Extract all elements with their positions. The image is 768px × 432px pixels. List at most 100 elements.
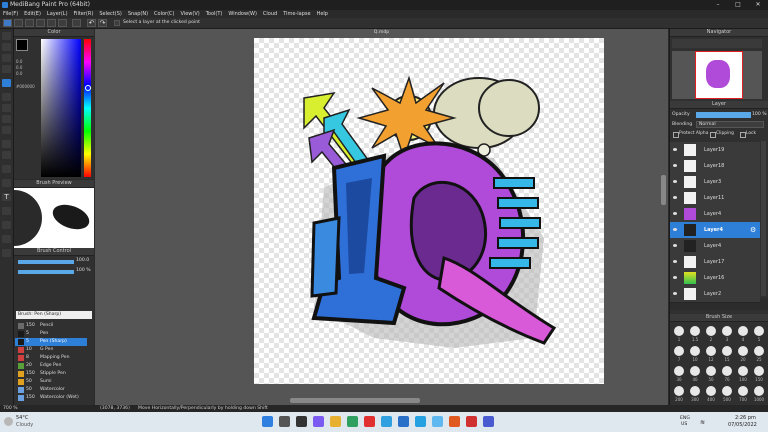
clock-date[interactable]: 07/05/2022 (728, 422, 757, 428)
share-icon[interactable] (47, 19, 56, 27)
select-pen-icon[interactable] (2, 151, 11, 159)
gradient-tool-icon[interactable] (2, 104, 11, 112)
brush-item[interactable]: 50 Watercolor (15, 386, 87, 394)
brush-size-dot[interactable] (706, 386, 716, 396)
brush-opacity-slider[interactable] (18, 270, 74, 274)
eraser-tool-icon[interactable] (2, 43, 11, 51)
text-tool-icon[interactable]: T (2, 193, 11, 201)
canvas-vertical-scrollbar[interactable] (661, 175, 666, 205)
brush-size-slider[interactable] (18, 260, 74, 264)
eye-icon[interactable] (673, 292, 677, 295)
brush-size-dot[interactable] (738, 366, 748, 376)
hand-tool-icon[interactable] (2, 249, 11, 257)
select-layer-checkbox[interactable] (114, 20, 120, 26)
brush-size-dot[interactable] (754, 346, 764, 356)
layer-row[interactable]: Layer17 (670, 254, 760, 271)
menu-help[interactable]: Help (314, 10, 331, 18)
navigator-toolbar[interactable] (672, 39, 762, 48)
brush-item[interactable]: 10 G Pen (15, 346, 87, 354)
mail-icon[interactable] (432, 416, 443, 427)
brush-size-dot[interactable] (690, 366, 700, 376)
file-explorer-icon[interactable] (330, 416, 341, 427)
dot-tool-icon[interactable] (2, 54, 11, 62)
open-icon[interactable] (14, 19, 23, 27)
windows-start-icon[interactable] (262, 416, 273, 427)
brush-size-dot[interactable] (690, 386, 700, 396)
layer-row[interactable]: Layer3 (670, 174, 760, 191)
divide-tool-icon[interactable] (2, 179, 11, 187)
app-icon-red[interactable] (364, 416, 375, 427)
layer-blending-select[interactable]: Normal (696, 121, 764, 128)
brush-size-dot[interactable] (754, 326, 764, 336)
maximize-button[interactable]: □ (728, 0, 748, 10)
clock-time[interactable]: 2:26 pm (735, 415, 756, 421)
brush-item[interactable]: 5 Pen (15, 330, 87, 338)
gear-icon[interactable]: ⚙ (750, 222, 756, 238)
eyedropper-icon[interactable] (2, 165, 11, 173)
menu-layer[interactable]: Layer(L) (44, 10, 71, 18)
task-view-icon[interactable] (296, 416, 307, 427)
brush-size-dot[interactable] (722, 366, 732, 376)
brush-size-dot[interactable] (722, 326, 732, 336)
layer-row[interactable]: Layer2 (670, 286, 760, 303)
menu-edit[interactable]: Edit(E) (21, 10, 44, 18)
menu-filter[interactable]: Filter(R) (71, 10, 97, 18)
eyedropper-2-icon[interactable] (2, 221, 11, 229)
layer-row[interactable]: Layer4 (670, 238, 760, 255)
app-icon-blue[interactable] (381, 416, 392, 427)
eye-icon[interactable] (673, 228, 677, 231)
brush-size-dot[interactable] (722, 346, 732, 356)
undo-icon[interactable]: ↶ (87, 19, 96, 27)
brush-size-dot[interactable] (754, 386, 764, 396)
layer-row[interactable]: Layer19 (670, 142, 760, 159)
color-saturation-field[interactable] (41, 39, 81, 177)
menu-cloud[interactable]: Cloud (260, 10, 280, 18)
lasso-tool-icon[interactable] (2, 115, 11, 123)
layer-opacity-slider[interactable] (696, 112, 751, 118)
brush-size-dot[interactable] (706, 326, 716, 336)
weather-icon[interactable] (4, 417, 13, 426)
minimize-button[interactable]: – (708, 0, 728, 10)
eye-icon[interactable] (673, 180, 677, 183)
fill-tool-icon[interactable] (2, 93, 11, 101)
menu-color[interactable]: Color(C) (151, 10, 177, 18)
widgets-icon[interactable] (313, 416, 324, 427)
brush-size-dot[interactable] (674, 346, 684, 356)
brush-size-dot[interactable] (674, 366, 684, 376)
brush-size-dot[interactable] (738, 346, 748, 356)
layer-row[interactable]: Layer11 (670, 190, 760, 207)
eye-icon[interactable] (673, 244, 677, 247)
menu-select[interactable]: Select(S) (96, 10, 125, 18)
layer-list-scrollbar[interactable] (761, 141, 766, 296)
brush-size-dot[interactable] (738, 386, 748, 396)
brush-size-dot[interactable] (754, 366, 764, 376)
save-icon[interactable] (25, 19, 34, 27)
edge-icon[interactable] (415, 416, 426, 427)
menu-timelapse[interactable]: Time-lapse (280, 10, 313, 18)
eye-icon[interactable] (673, 260, 677, 263)
app-icon-purple[interactable] (483, 416, 494, 427)
wifi-icon[interactable]: ≋ (700, 419, 705, 426)
brush-size-dot[interactable] (706, 346, 716, 356)
language-indicator[interactable]: ENG (680, 416, 690, 421)
hue-handle[interactable] (85, 85, 91, 91)
brush-item[interactable]: 50 Sumi (15, 378, 87, 386)
eye-icon[interactable] (673, 148, 677, 151)
brush-tool-icon[interactable] (2, 32, 11, 40)
eye-icon[interactable] (673, 164, 677, 167)
layer-row[interactable]: Layer4 (670, 206, 760, 223)
select-tool-icon[interactable] (2, 126, 11, 134)
new-canvas-icon[interactable] (3, 19, 12, 27)
brush-item[interactable]: 8 Mapping Pen (15, 354, 87, 362)
layer-row[interactable]: Layer18 (670, 158, 760, 175)
menu-snap[interactable]: Snap(N) (125, 10, 151, 18)
move-tool-icon[interactable] (2, 79, 11, 87)
bucket-tool-icon[interactable] (2, 65, 11, 73)
hue-slider[interactable] (84, 39, 91, 177)
zoom-tool-icon[interactable] (2, 235, 11, 243)
youtube-icon[interactable] (466, 416, 477, 427)
brush-size-dot[interactable] (674, 386, 684, 396)
menu-view[interactable]: View(V) (178, 10, 203, 18)
brush-item[interactable]: 150 Watercolor (Wet) (15, 394, 87, 402)
app-icon-green[interactable] (347, 416, 358, 427)
